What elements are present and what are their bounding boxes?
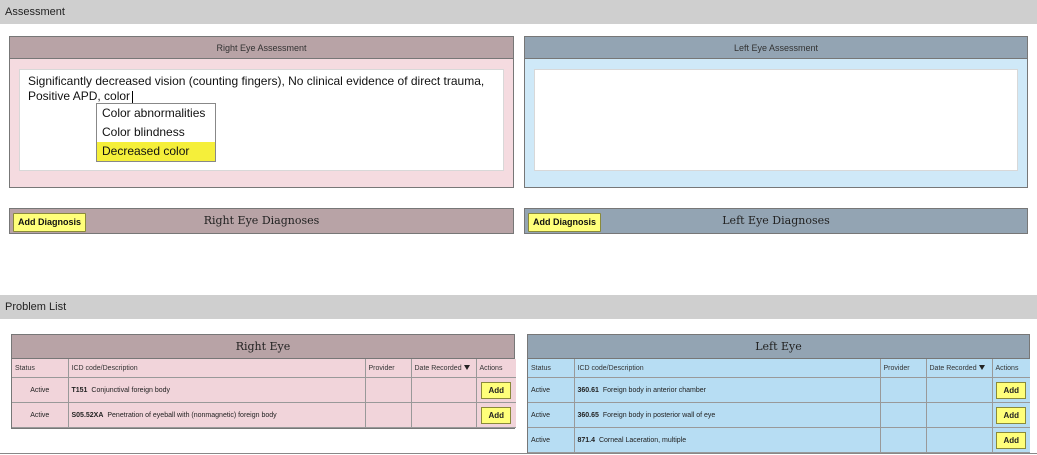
assessment-section-header: Assessment <box>0 0 1037 24</box>
left-eye-assessment-title: Left Eye Assessment <box>525 37 1027 59</box>
page-divider <box>0 453 1037 454</box>
status-cell: Active <box>12 377 69 403</box>
add-button[interactable]: Add <box>996 381 1027 399</box>
date-cell <box>411 402 477 428</box>
text-caret <box>132 90 134 103</box>
date-cell <box>926 377 993 403</box>
icd-code: S05.52XA <box>71 411 104 419</box>
provider-cell <box>365 402 412 428</box>
right-eye-assessment-panel: Right Eye Assessment Significantly decre… <box>9 36 514 188</box>
table-row: Active 871.4 Corneal Laceration, multipl… <box>528 427 1030 453</box>
sort-desc-icon[interactable] <box>978 365 985 371</box>
date-cell <box>411 377 477 403</box>
column-header-provider: Provider <box>880 359 927 378</box>
add-diagnosis-button-left[interactable]: Add Diagnosis <box>528 213 602 232</box>
column-header-status: Status <box>528 359 575 378</box>
column-header-status: Status <box>12 359 69 378</box>
status-cell: Active <box>12 402 69 428</box>
sort-desc-icon[interactable] <box>463 365 470 371</box>
table-row: Active 360.61 Foreign body in anterior c… <box>528 377 1030 403</box>
right-eye-problem-list-title: Right Eye <box>12 335 514 359</box>
column-header-icd: ICD code/Description <box>574 359 881 378</box>
date-cell <box>926 427 993 453</box>
column-header-icd: ICD code/Description <box>68 359 366 378</box>
problem-list-section-header: Problem List <box>0 295 1037 319</box>
provider-cell <box>880 402 927 428</box>
provider-cell <box>365 377 412 403</box>
icd-code: T151 <box>71 386 88 394</box>
left-eye-problem-table: Status ICD code/Description Provider Dat… <box>528 359 1030 453</box>
right-eye-diagnoses-bar: Add Diagnosis Right Eye Diagnoses <box>9 208 514 234</box>
provider-cell <box>880 427 927 453</box>
left-eye-assessment-input[interactable] <box>534 69 1018 171</box>
icd-description: Conjunctival foreign body <box>91 386 171 394</box>
right-eye-assessment-title: Right Eye Assessment <box>10 37 513 59</box>
actions-cell: Add <box>992 427 1030 453</box>
actions-cell: Add <box>476 402 516 428</box>
date-cell <box>926 402 993 428</box>
icd-description: Foreign body in posterior wall of eye <box>602 411 716 419</box>
add-button[interactable]: Add <box>996 431 1027 449</box>
provider-cell <box>880 377 927 403</box>
status-cell: Active <box>528 427 575 453</box>
table-row: Active 360.65 Foreign body in posterior … <box>528 402 1030 428</box>
right-eye-assessment-input[interactable]: Significantly decreased vision (counting… <box>19 69 504 171</box>
actions-cell: Add <box>476 377 516 403</box>
left-eye-assessment-panel: Left Eye Assessment <box>524 36 1028 188</box>
autocomplete-option[interactable]: Color abnormalities <box>97 104 215 123</box>
left-eye-problem-list-title: Left Eye <box>528 335 1029 359</box>
table-header-row: Status ICD code/Description Provider Dat… <box>12 359 516 378</box>
status-cell: Active <box>528 402 575 428</box>
add-diagnosis-button-right[interactable]: Add Diagnosis <box>13 213 87 232</box>
actions-cell: Add <box>992 402 1030 428</box>
left-eye-diagnoses-bar: Add Diagnosis Left Eye Diagnoses <box>524 208 1028 234</box>
column-header-date[interactable]: Date Recorded <box>926 359 993 378</box>
icd-code: 360.65 <box>577 411 599 419</box>
actions-cell: Add <box>992 377 1030 403</box>
icd-cell: 871.4 Corneal Laceration, multiple <box>574 427 881 453</box>
autocomplete-option-selected[interactable]: Decreased color <box>97 142 215 161</box>
add-button[interactable]: Add <box>481 406 512 424</box>
add-button[interactable]: Add <box>481 381 512 399</box>
icd-cell: T151 Conjunctival foreign body <box>68 377 366 403</box>
table-header-row: Status ICD code/Description Provider Dat… <box>528 359 1030 378</box>
icd-code: 871.4 <box>577 436 596 444</box>
problem-list-section-title: Problem List <box>5 301 67 313</box>
autocomplete-dropdown: Color abnormalities Color blindness Decr… <box>96 103 216 162</box>
right-eye-problem-table: Status ICD code/Description Provider Dat… <box>12 359 516 428</box>
icd-cell: 360.65 Foreign body in posterior wall of… <box>574 402 881 428</box>
table-row: Active T151 Conjunctival foreign body Ad… <box>12 377 516 403</box>
add-button[interactable]: Add <box>996 406 1027 424</box>
icd-description: Corneal Laceration, multiple <box>598 436 687 444</box>
icd-code: 360.61 <box>577 386 599 394</box>
right-eye-assessment-text: Significantly decreased vision (counting… <box>28 74 485 103</box>
icd-description: Foreign body in anterior chamber <box>602 386 706 394</box>
icd-cell: S05.52XA Penetration of eyeball with (no… <box>68 402 366 428</box>
table-row: Active S05.52XA Penetration of eyeball w… <box>12 402 516 428</box>
right-eye-problem-list: Right Eye Status ICD code/Description Pr… <box>11 334 516 429</box>
autocomplete-option[interactable]: Color blindness <box>97 123 215 142</box>
column-header-date[interactable]: Date Recorded <box>411 359 477 378</box>
left-eye-problem-list: Left Eye Status ICD code/Description Pro… <box>527 334 1030 453</box>
column-header-actions: Actions <box>476 359 516 378</box>
icd-description: Penetration of eyeball with (nonmagnetic… <box>107 411 277 419</box>
status-cell: Active <box>528 377 575 403</box>
column-header-provider: Provider <box>365 359 412 378</box>
icd-cell: 360.61 Foreign body in anterior chamber <box>574 377 881 403</box>
column-header-actions: Actions <box>992 359 1030 378</box>
assessment-section-title: Assessment <box>5 6 65 18</box>
